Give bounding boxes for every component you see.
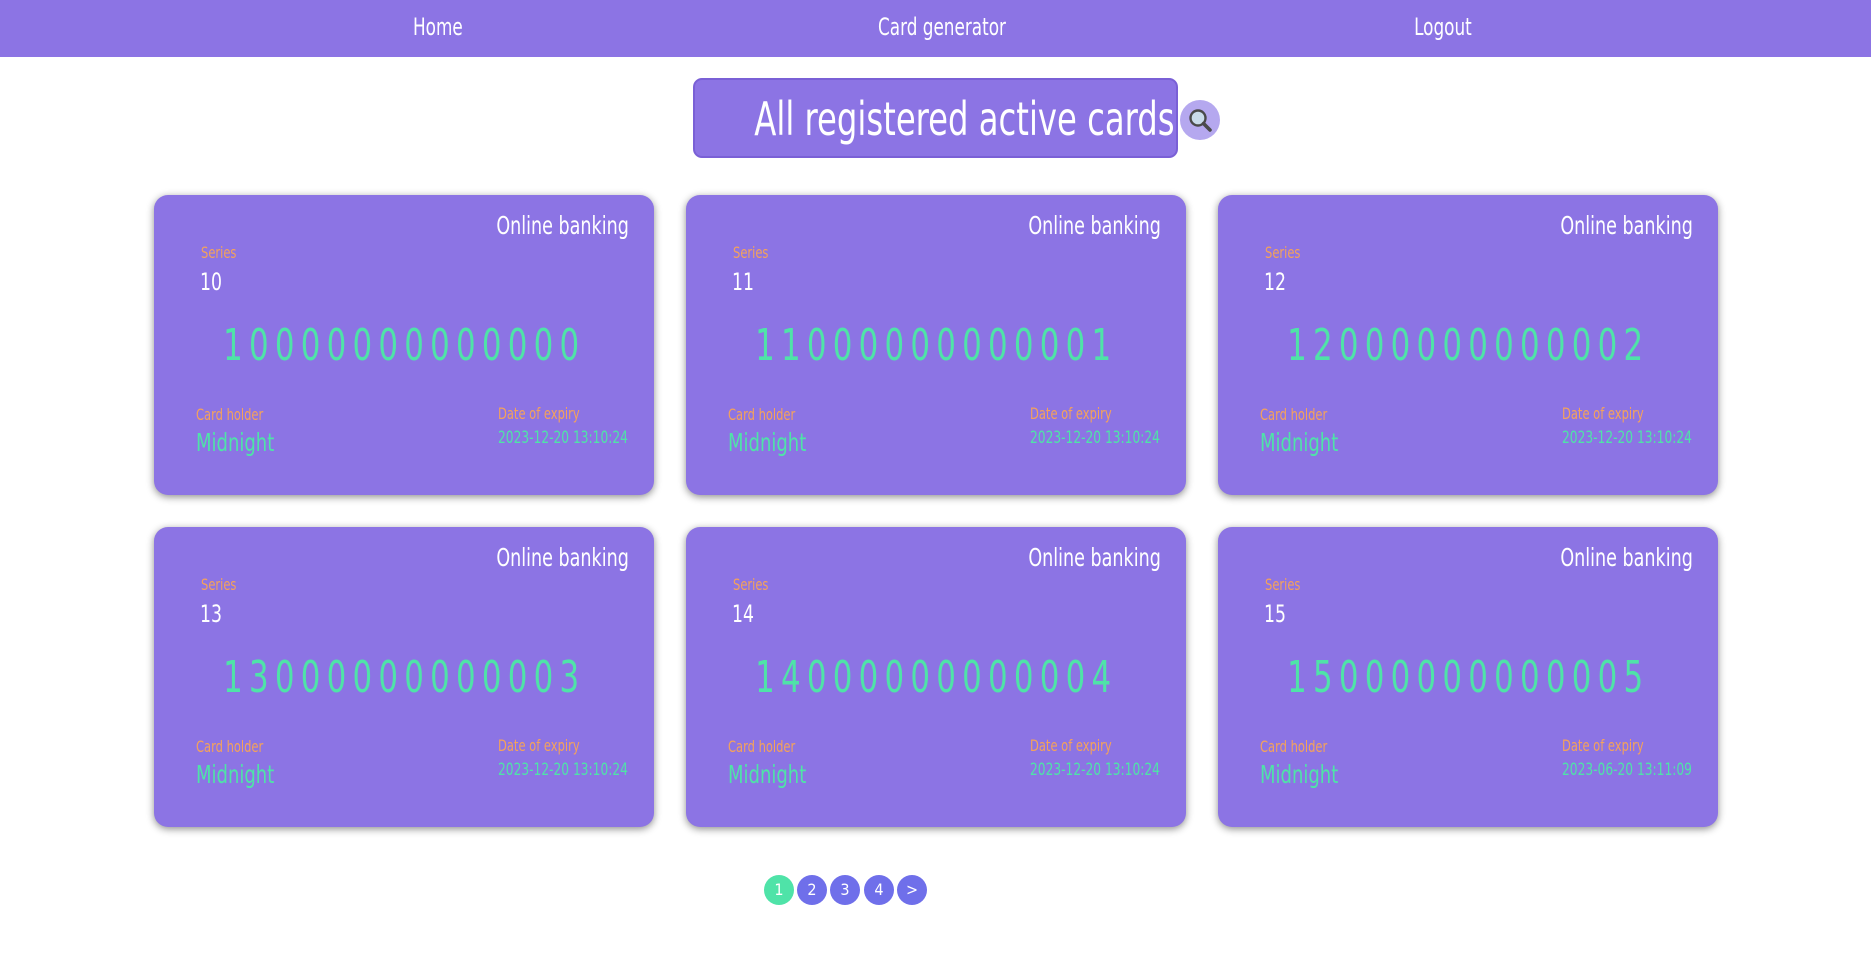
expiry-value: 2023-06-20 13:11:09: [1562, 760, 1692, 780]
card-11[interactable]: Online banking Series 11 11000000000001 Card…: [686, 195, 1186, 495]
expiry-label: Date of expiry: [498, 404, 580, 423]
card-13[interactable]: Online banking Series 13 13000000000003 Card…: [154, 527, 654, 827]
page-button-1[interactable]: 1: [764, 875, 794, 905]
card-number-text: 15000000000005: [1286, 652, 1650, 703]
card-number: 15000000000005: [1218, 652, 1718, 703]
series-label: Series: [201, 243, 237, 262]
expiry-value: 2023-12-20 13:10:24: [498, 428, 628, 448]
next-page-button[interactable]: >: [897, 875, 927, 905]
card-holder-label: Card holder: [196, 737, 264, 756]
card-type-label: Online banking: [1028, 211, 1161, 240]
series-label: Series: [1265, 575, 1301, 594]
expiry-value: 2023-12-20 13:10:24: [1030, 428, 1160, 448]
card-holder-value: Midnight: [728, 428, 807, 457]
series-value: 13: [200, 600, 222, 628]
card-12[interactable]: Online banking Series 12 12000000000002 Card…: [1218, 195, 1718, 495]
series-value: 12: [1264, 268, 1286, 296]
card-type-label: Online banking: [496, 211, 629, 240]
card-number: 12000000000002: [1218, 320, 1718, 371]
card-15[interactable]: Online banking Series 15 15000000000005 Card…: [1218, 527, 1718, 827]
card-number-text: 13000000000003: [222, 652, 586, 703]
card-number-text: 12000000000002: [1286, 320, 1650, 371]
series-label: Series: [733, 575, 769, 594]
card-type-label: Online banking: [1560, 211, 1693, 240]
series-value: 10: [200, 268, 222, 296]
card-14[interactable]: Online banking Series 14 14000000000004 Card…: [686, 527, 1186, 827]
expiry-value: 2023-12-20 13:10:24: [1562, 428, 1692, 448]
series-label: Series: [733, 243, 769, 262]
card-number: 10000000000000: [154, 320, 654, 371]
expiry-label: Date of expiry: [1562, 736, 1644, 755]
card-number-text: 11000000000001: [754, 320, 1118, 371]
page-button-2[interactable]: 2: [797, 875, 827, 905]
series-label: Series: [201, 575, 237, 594]
card-holder-value: Midnight: [1260, 428, 1339, 457]
nav-logout-link[interactable]: Logout: [1414, 0, 1472, 54]
magnifier-icon: [1189, 109, 1212, 132]
series-label: Series: [1265, 243, 1301, 262]
expiry-value: 2023-12-20 13:10:24: [498, 760, 628, 780]
top-navbar: Home Card generator Logout: [0, 0, 1871, 57]
card-number-text: 14000000000004: [754, 652, 1118, 703]
expiry-label: Date of expiry: [1562, 404, 1644, 423]
card-holder-value: Midnight: [196, 760, 275, 789]
card-holder-value: Midnight: [728, 760, 807, 789]
card-type-label: Online banking: [1028, 543, 1161, 572]
card-type-label: Online banking: [496, 543, 629, 572]
page-title: All registered active cards: [693, 78, 1178, 158]
card-10[interactable]: Online banking Series 10 10000000000000 Card…: [154, 195, 654, 495]
series-value: 14: [732, 600, 754, 628]
card-number: 11000000000001: [686, 320, 1186, 371]
card-number: 13000000000003: [154, 652, 654, 703]
card-holder-label: Card holder: [1260, 737, 1328, 756]
card-holder-value: Midnight: [196, 428, 275, 457]
series-value: 11: [732, 268, 754, 296]
card-holder-value: Midnight: [1260, 760, 1339, 789]
search-button[interactable]: [1180, 100, 1220, 140]
card-number-text: 10000000000000: [222, 320, 586, 371]
card-type-label: Online banking: [1560, 543, 1693, 572]
card-holder-label: Card holder: [196, 405, 264, 424]
expiry-label: Date of expiry: [1030, 404, 1112, 423]
card-holder-label: Card holder: [728, 405, 796, 424]
nav-card-generator-link[interactable]: Card generator: [878, 0, 1006, 54]
page-button-3[interactable]: 3: [830, 875, 860, 905]
series-value: 15: [1264, 600, 1286, 628]
page-title-text: All registered active cards: [754, 92, 1175, 146]
expiry-value: 2023-12-20 13:10:24: [1030, 760, 1160, 780]
nav-home-link[interactable]: Home: [413, 0, 463, 54]
card-holder-label: Card holder: [1260, 405, 1328, 424]
page-button-4[interactable]: 4: [864, 875, 894, 905]
expiry-label: Date of expiry: [498, 736, 580, 755]
card-number: 14000000000004: [686, 652, 1186, 703]
card-holder-label: Card holder: [728, 737, 796, 756]
expiry-label: Date of expiry: [1030, 736, 1112, 755]
